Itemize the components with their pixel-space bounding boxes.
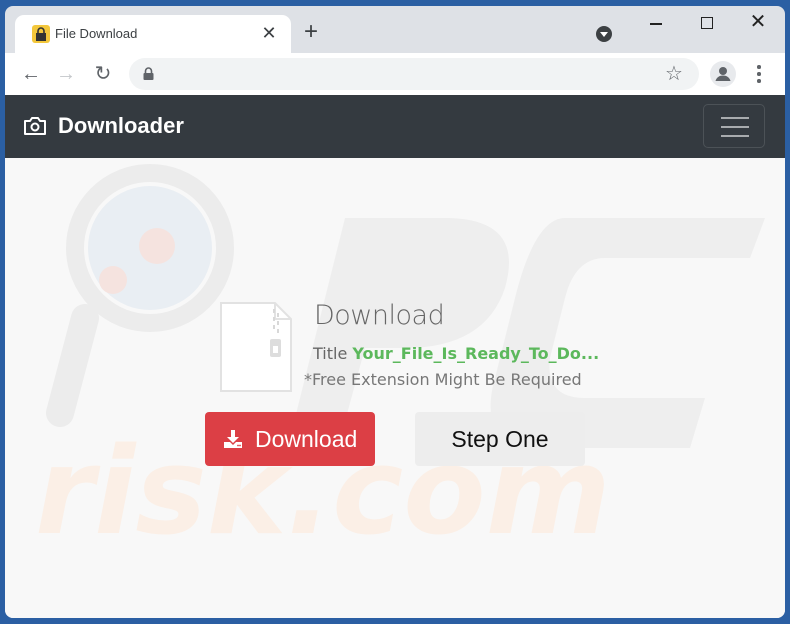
back-arrow-icon[interactable]: ←	[19, 62, 43, 86]
minimize-button[interactable]	[641, 12, 671, 34]
browser-menu-icon[interactable]	[751, 62, 767, 86]
file-title-line: Title Your_File_Is_Ready_To_Do...	[313, 344, 599, 363]
tab-close-icon[interactable]: ✕	[259, 23, 279, 43]
download-button[interactable]: Download	[205, 412, 375, 466]
brand-title[interactable]: Downloader	[58, 113, 184, 139]
file-title-value: Your_File_Is_Ready_To_Do...	[352, 344, 600, 363]
title-label: Title	[313, 344, 348, 363]
reload-icon[interactable]: ↻	[91, 62, 115, 86]
extension-note: *Free Extension Might Be Required	[304, 370, 582, 389]
tab-file-download[interactable]: File Download ✕	[15, 15, 291, 53]
browser-window: File Download ✕ + ✕ ← → ↻ ☆ Downloader r…	[5, 6, 785, 618]
browser-toolbar: ← → ↻ ☆	[5, 53, 785, 95]
web-page: Downloader risk.com Download Title Your_…	[5, 95, 785, 618]
step-one-button[interactable]: Step One	[415, 412, 585, 466]
profile-avatar-icon[interactable]	[710, 61, 736, 87]
download-icon	[224, 430, 242, 448]
menu-toggle-button[interactable]	[703, 104, 765, 148]
zip-file-icon	[220, 302, 292, 392]
lock-favicon-icon	[32, 25, 50, 43]
download-heading: Download	[314, 300, 445, 331]
new-tab-button[interactable]: +	[300, 20, 322, 44]
tab-title: File Download	[55, 26, 138, 41]
download-button-label: Download	[255, 426, 358, 452]
lock-icon	[143, 67, 154, 80]
tab-search-icon[interactable]	[596, 26, 612, 42]
camera-icon	[24, 117, 46, 135]
navbar: Downloader	[5, 95, 785, 158]
maximize-button[interactable]	[692, 12, 722, 34]
step-one-button-label: Step One	[451, 426, 549, 452]
window-close-button[interactable]: ✕	[743, 10, 773, 34]
bookmark-star-icon[interactable]: ☆	[665, 62, 683, 86]
tab-strip: File Download ✕ + ✕	[5, 6, 785, 53]
forward-arrow-icon[interactable]: →	[54, 62, 78, 86]
address-bar[interactable]: ☆	[129, 58, 699, 90]
